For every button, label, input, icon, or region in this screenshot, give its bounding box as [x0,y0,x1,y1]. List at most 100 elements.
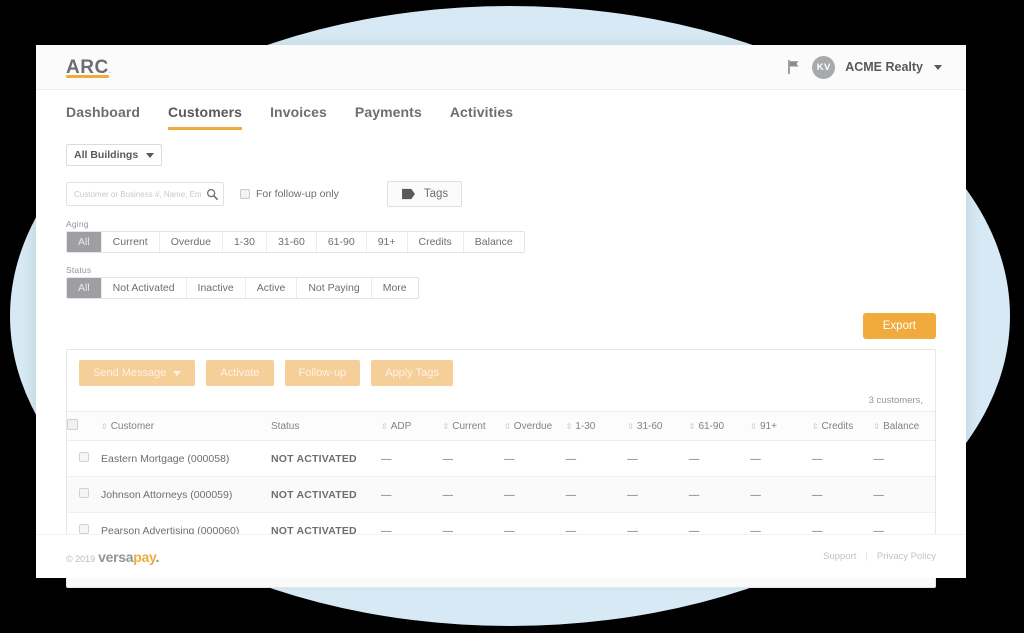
status-option-more[interactable]: More [371,278,418,298]
column-header-91-plus[interactable]: ⇳ 91+ [750,411,812,441]
column-label-status: Status [271,420,300,432]
status-badge: NOT ACTIVATED [271,476,381,513]
column-label-31-60: 31-60 [636,420,663,432]
tab-activities[interactable]: Activities [450,104,513,130]
column-header-credits[interactable]: ⇳ Credits [811,411,874,441]
status-option-all[interactable]: All [67,278,102,298]
chevron-down-icon[interactable] [934,64,942,70]
status-option-not-activated[interactable]: Not Activated [101,278,187,298]
column-header-61-90[interactable]: ⇳ 61-90 [688,411,751,441]
column-header-current[interactable]: ⇳ Current [442,411,505,441]
follow-up-button[interactable]: Follow-up [284,360,361,386]
footer-links: Support | Privacy Policy [823,551,936,562]
cell-customer[interactable]: Eastern Mortgage (000058) [101,440,271,477]
follow-up-filter[interactable]: For follow-up only [240,188,339,200]
cell-credits: — [811,476,874,513]
chevron-down-icon [146,152,154,158]
cell-balance: — [873,476,935,513]
row-checkbox[interactable] [79,524,89,534]
column-header-31-60[interactable]: ⇳ 31-60 [627,411,689,441]
follow-up-checkbox[interactable] [240,189,250,199]
screenshot-stage: ARC. KV ACME Realty Dashboard Customers … [0,0,1024,633]
arc-logo[interactable]: ARC. [66,58,111,78]
cell-overdue: — [504,440,566,477]
tags-button[interactable]: Tags [386,181,463,207]
logo-underline [66,74,110,78]
chevron-down-icon [173,370,182,376]
cell-balance: — [873,440,935,477]
cell-1-30: — [565,476,628,513]
aging-option-balance[interactable]: Balance [463,232,524,252]
column-header-1-30[interactable]: ⇳ 1-30 [565,411,628,441]
cell-61-90: — [688,440,751,477]
send-message-label: Send Message [93,367,167,379]
table-body: Eastern Mortgage (000058) NOT ACTIVATED … [67,440,935,549]
bulk-actions-toolbar: Send Message Activate Follow-up Apply Ta… [67,350,935,395]
versapay-logo: versapay. [98,549,159,565]
sort-updown-icon: ⇳ [381,421,388,431]
table-head: ⇳ Customer Status ⇳ ADP ⇳ Current ⇳ Over… [67,411,935,441]
select-all-header[interactable] [67,411,101,441]
flag-icon[interactable] [786,59,802,75]
column-header-status[interactable]: Status [271,411,381,441]
footer-divider: | [865,551,868,562]
select-all-checkbox[interactable] [67,419,78,430]
copyright-year: © 2019 [66,553,96,564]
aging-option-1-30[interactable]: 1-30 [222,232,267,252]
building-select[interactable]: All Buildings [66,144,162,166]
column-label-current: Current [452,420,486,432]
tab-customers[interactable]: Customers [168,104,243,130]
aging-option-current[interactable]: Current [101,232,160,252]
cell-current: — [442,476,505,513]
status-option-not-paying[interactable]: Not Paying [297,278,372,298]
status-badge: NOT ACTIVATED [271,440,381,477]
export-button[interactable]: Export [862,313,936,339]
apply-tags-button[interactable]: Apply Tags [371,360,453,386]
top-bar-right: KV ACME Realty [786,55,942,79]
cell-61-90: — [688,476,751,513]
search-input[interactable] [67,183,223,205]
status-option-active[interactable]: Active [245,278,298,298]
row-checkbox[interactable] [79,488,89,498]
sort-updown-icon: ⇳ [627,421,634,431]
aging-option-overdue[interactable]: Overdue [159,232,223,252]
aging-option-credits[interactable]: Credits [407,232,464,252]
support-link[interactable]: Support [823,551,856,562]
tab-invoices[interactable]: Invoices [270,104,327,130]
aging-option-all[interactable]: All [67,232,102,252]
sort-updown-icon: ⇳ [101,421,108,431]
status-option-inactive[interactable]: Inactive [186,278,246,298]
row-checkbox[interactable] [79,452,89,462]
privacy-policy-link[interactable]: Privacy Policy [877,551,936,562]
send-message-button[interactable]: Send Message [79,360,196,386]
column-header-customer[interactable]: ⇳ Customer [101,411,271,441]
table-row[interactable]: Eastern Mortgage (000058) NOT ACTIVATED … [67,440,935,477]
aging-option-61-90[interactable]: 61-90 [316,232,367,252]
follow-up-label: For follow-up only [256,188,339,200]
sort-updown-icon: ⇳ [811,421,819,431]
row-select-cell[interactable] [67,476,101,513]
avatar[interactable]: KV [812,55,836,79]
column-label-61-90: 61-90 [698,420,725,432]
sort-updown-icon: ⇳ [750,421,757,431]
column-header-overdue[interactable]: ⇳ Overdue [504,411,566,441]
export-row: Export [66,313,936,339]
customer-count: 3 customers, [868,395,923,406]
cell-adp: — [381,440,443,477]
column-header-adp[interactable]: ⇳ ADP [381,411,443,441]
search-box [66,182,224,206]
row-select-cell[interactable] [67,440,101,477]
search-icon[interactable] [206,188,218,200]
cell-current: — [442,440,505,477]
versapay-logo-period: . [155,548,160,565]
aging-option-91-plus[interactable]: 91+ [366,232,408,252]
table-row[interactable]: Johnson Attorneys (000059) NOT ACTIVATED… [67,476,935,513]
tab-payments[interactable]: Payments [355,104,422,130]
tab-dashboard[interactable]: Dashboard [66,104,140,130]
column-header-balance[interactable]: ⇳ Balance [873,411,935,441]
aging-filter-group: Aging All Current Overdue 1-30 31-60 61-… [66,219,936,253]
versapay-logo-versa: versa [98,548,134,565]
activate-button[interactable]: Activate [206,360,274,386]
aging-option-31-60[interactable]: 31-60 [266,232,317,252]
cell-customer[interactable]: Johnson Attorneys (000059) [101,476,271,513]
